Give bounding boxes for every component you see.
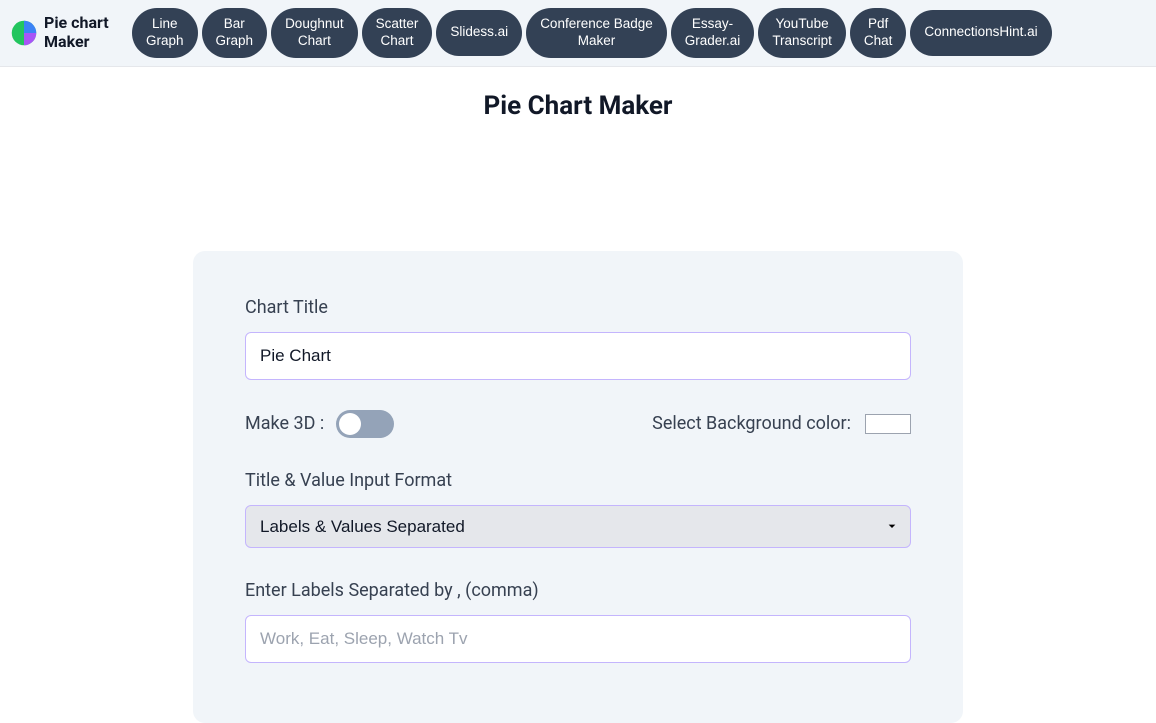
- brand-name: Pie chart Maker: [44, 14, 122, 51]
- make-3d-group: Make 3D :: [245, 410, 394, 438]
- toggle-knob: [339, 413, 361, 435]
- input-format-section: Title & Value Input Format Labels & Valu…: [245, 470, 911, 548]
- nav-conference-badge-maker[interactable]: Conference Badge Maker: [526, 8, 667, 58]
- make-3d-toggle[interactable]: [336, 410, 394, 438]
- chart-title-label: Chart Title: [245, 297, 911, 318]
- input-format-label: Title & Value Input Format: [245, 470, 911, 491]
- form-card: Chart Title Make 3D : Select Background …: [193, 251, 963, 723]
- nav-essay-grader-ai[interactable]: Essay- Grader.ai: [671, 8, 755, 58]
- nav-scatter-chart[interactable]: Scatter Chart: [362, 8, 433, 58]
- top-header: Pie chart Maker Line Graph Bar Graph Dou…: [0, 0, 1156, 67]
- chart-title-input[interactable]: [245, 332, 911, 380]
- page-title: Pie Chart Maker: [0, 91, 1156, 121]
- brand[interactable]: Pie chart Maker: [10, 14, 122, 51]
- labels-label: Enter Labels Separated by , (comma): [245, 580, 911, 601]
- nav-connectionshint-ai[interactable]: ConnectionsHint.ai: [910, 10, 1051, 56]
- nav-bar-graph[interactable]: Bar Graph: [202, 8, 268, 58]
- row-3d-bg: Make 3D : Select Background color:: [245, 410, 911, 438]
- bg-color-label: Select Background color:: [652, 413, 851, 434]
- nav-line-graph[interactable]: Line Graph: [132, 8, 198, 58]
- input-format-select[interactable]: Labels & Values Separated: [245, 505, 911, 548]
- labels-input[interactable]: [245, 615, 911, 663]
- nav-slidess-ai[interactable]: Slidess.ai: [436, 10, 522, 56]
- bg-color-picker[interactable]: [865, 414, 911, 434]
- make-3d-label: Make 3D :: [245, 413, 324, 434]
- labels-section: Enter Labels Separated by , (comma): [245, 580, 911, 663]
- nav-pdf-chat[interactable]: Pdf Chat: [850, 8, 907, 58]
- pie-logo-icon: [10, 19, 38, 47]
- bg-color-group: Select Background color:: [652, 413, 911, 434]
- nav-doughnut-chart[interactable]: Doughnut Chart: [271, 8, 358, 58]
- nav-youtube-transcript[interactable]: YouTube Transcript: [758, 8, 846, 58]
